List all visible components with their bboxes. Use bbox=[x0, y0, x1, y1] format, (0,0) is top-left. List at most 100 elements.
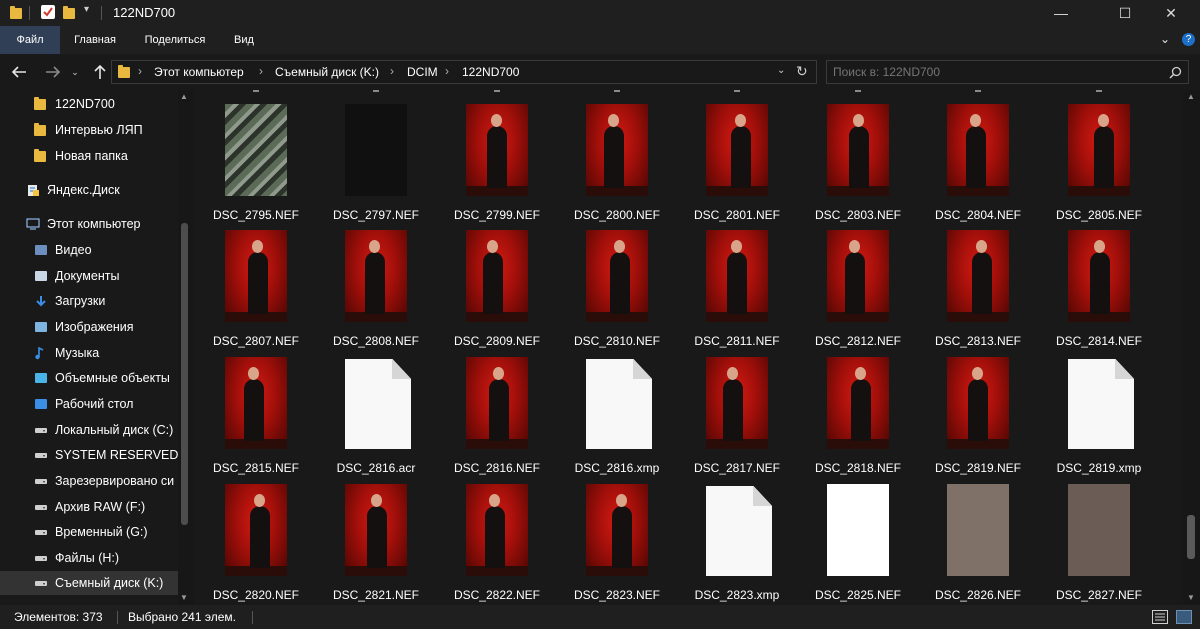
file-item[interactable]: DSC_2814.NEF bbox=[1039, 230, 1159, 356]
document-file-icon bbox=[1068, 359, 1134, 451]
sidebar-item[interactable]: Музыка bbox=[0, 341, 178, 365]
breadcrumb-item[interactable]: DCIM bbox=[407, 65, 438, 79]
image-thumbnail bbox=[345, 104, 407, 196]
file-grid: DSC_2795.NEF DSC_2797.NEF DSC_2799.NEF DSC_… bbox=[196, 90, 1183, 605]
sidebar-item[interactable]: Новая папка bbox=[0, 144, 178, 168]
file-item[interactable]: DSC_2816.acr bbox=[316, 357, 436, 483]
search-input[interactable] bbox=[833, 64, 1153, 80]
back-button[interactable] bbox=[8, 61, 30, 83]
file-name: DSC_2815.NEF bbox=[212, 461, 300, 475]
breadcrumb-item[interactable]: Этот компьютер bbox=[154, 65, 244, 79]
file-item[interactable]: DSC_2810.NEF bbox=[557, 230, 677, 356]
file-item[interactable]: DSC_2804.NEF bbox=[918, 104, 1038, 230]
scroll-up-icon[interactable]: ▲ bbox=[1187, 92, 1195, 101]
file-item[interactable]: DSC_2799.NEF bbox=[437, 104, 557, 230]
tab-view[interactable]: Вид bbox=[228, 26, 260, 54]
scroll-down-icon[interactable]: ▼ bbox=[180, 593, 188, 602]
file-item[interactable]: DSC_2819.xmp bbox=[1039, 357, 1159, 483]
navigation-scrollbar[interactable]: ▲ ▼ bbox=[178, 90, 194, 605]
sidebar-item[interactable]: Зарезервировано си bbox=[0, 469, 178, 493]
file-item[interactable]: DSC_2823.NEF bbox=[557, 484, 677, 605]
file-item[interactable]: DSC_2822.NEF bbox=[437, 484, 557, 605]
sidebar-item[interactable]: Объемные объекты bbox=[0, 366, 178, 390]
sidebar-item[interactable]: Видео bbox=[0, 238, 178, 262]
file-item[interactable]: DSC_2821.NEF bbox=[316, 484, 436, 605]
sidebar-item[interactable]: Загрузки bbox=[0, 289, 178, 313]
quick-access-dropdown-icon[interactable]: ▾ bbox=[84, 4, 89, 15]
file-item[interactable]: DSC_2816.NEF bbox=[437, 357, 557, 483]
breadcrumb-item[interactable]: 122ND700 bbox=[462, 65, 519, 79]
file-item[interactable]: DSC_2809.NEF bbox=[437, 230, 557, 356]
sidebar-item[interactable]: Яндекс.Диск bbox=[0, 178, 178, 202]
file-item[interactable]: DSC_2825.NEF bbox=[798, 484, 918, 605]
scroll-down-icon[interactable]: ▼ bbox=[1187, 593, 1195, 602]
search-icon[interactable] bbox=[1169, 66, 1182, 79]
breadcrumb-separator[interactable]: › bbox=[259, 64, 263, 78]
breadcrumb-separator[interactable]: › bbox=[390, 64, 394, 78]
sidebar-item[interactable]: Документы bbox=[0, 264, 178, 288]
file-name: DSC_2816.NEF bbox=[453, 461, 541, 475]
tab-home[interactable]: Главная bbox=[68, 26, 122, 54]
file-item[interactable]: DSC_2820.NEF bbox=[196, 484, 316, 605]
file-item[interactable]: DSC_2817.NEF bbox=[677, 357, 797, 483]
file-item[interactable]: DSC_2812.NEF bbox=[798, 230, 918, 356]
sidebar-item[interactable]: 122ND700 bbox=[0, 92, 178, 116]
sidebar-item[interactable]: Локальный диск (C:) bbox=[0, 418, 178, 442]
file-item[interactable]: DSC_2801.NEF bbox=[677, 104, 797, 230]
sidebar-item[interactable]: Интервью ЛЯП bbox=[0, 118, 178, 142]
ribbon-expand-icon[interactable]: ⌄ bbox=[1160, 32, 1170, 46]
scrollbar-thumb[interactable] bbox=[1187, 515, 1195, 559]
sidebar-item[interactable]: Съемный диск (K:) bbox=[0, 571, 178, 595]
image-thumbnail bbox=[947, 104, 1009, 196]
file-item[interactable]: DSC_2827.NEF bbox=[1039, 484, 1159, 605]
file-item[interactable]: DSC_2826.NEF bbox=[918, 484, 1038, 605]
file-item[interactable]: DSC_2807.NEF bbox=[196, 230, 316, 356]
content-scrollbar[interactable]: ▲ ▼ bbox=[1183, 90, 1200, 605]
tab-file[interactable]: Файл bbox=[0, 26, 60, 54]
address-bar[interactable]: › Этот компьютер › Съемный диск (K:) › D… bbox=[111, 60, 817, 84]
file-item[interactable]: DSC_2805.NEF bbox=[1039, 104, 1159, 230]
details-view-icon[interactable] bbox=[1152, 610, 1168, 624]
scrollbar-thumb[interactable] bbox=[181, 223, 188, 525]
sidebar-item[interactable]: Этот компьютер bbox=[0, 212, 178, 236]
file-item[interactable]: DSC_2800.NEF bbox=[557, 104, 677, 230]
sidebar-item[interactable]: Файлы (H:) bbox=[0, 546, 178, 570]
sidebar-item[interactable]: SYSTEM RESERVED (D bbox=[0, 443, 180, 467]
refresh-icon[interactable]: ↻ bbox=[796, 63, 808, 80]
address-dropdown-icon[interactable]: ⌄ bbox=[777, 65, 785, 76]
file-item[interactable]: DSC_2803.NEF bbox=[798, 104, 918, 230]
sidebar-item[interactable]: Рабочий стол bbox=[0, 392, 178, 416]
maximize-button[interactable]: ☐ bbox=[1102, 0, 1148, 26]
file-item[interactable]: DSC_2811.NEF bbox=[677, 230, 797, 356]
sidebar-item[interactable]: Изображения bbox=[0, 315, 178, 339]
drive-icon bbox=[34, 526, 48, 538]
sidebar-item-label: Временный (G:) bbox=[55, 525, 148, 539]
help-icon[interactable]: ? bbox=[1182, 33, 1195, 46]
file-item[interactable]: DSC_2813.NEF bbox=[918, 230, 1038, 356]
file-item[interactable]: DSC_2819.NEF bbox=[918, 357, 1038, 483]
breadcrumb-separator[interactable]: › bbox=[138, 64, 142, 78]
file-name: DSC_2823.xmp bbox=[694, 588, 780, 602]
large-icons-view-icon[interactable] bbox=[1176, 610, 1192, 624]
file-item[interactable]: DSC_2823.xmp bbox=[677, 484, 797, 605]
tab-share[interactable]: Поделиться bbox=[138, 26, 212, 54]
recent-locations-icon[interactable]: ⌄ bbox=[64, 61, 86, 83]
scroll-up-icon[interactable]: ▲ bbox=[180, 92, 188, 101]
properties-icon[interactable] bbox=[41, 5, 55, 19]
minimize-button[interactable]: — bbox=[1038, 0, 1084, 26]
forward-button[interactable] bbox=[42, 61, 64, 83]
file-item[interactable]: DSC_2815.NEF bbox=[196, 357, 316, 483]
breadcrumb-item[interactable]: Съемный диск (K:) bbox=[275, 65, 379, 79]
breadcrumb-separator[interactable]: › bbox=[445, 64, 449, 78]
sidebar-item[interactable]: Временный (G:) bbox=[0, 520, 178, 544]
up-button[interactable] bbox=[89, 61, 111, 83]
close-button[interactable]: ✕ bbox=[1148, 0, 1194, 26]
file-item[interactable]: DSC_2816.xmp bbox=[557, 357, 677, 483]
file-item[interactable]: DSC_2797.NEF bbox=[316, 104, 436, 230]
file-item[interactable]: DSC_2818.NEF bbox=[798, 357, 918, 483]
image-thumbnail bbox=[345, 484, 407, 576]
sidebar-item[interactable]: Архив RAW (F:) bbox=[0, 495, 178, 519]
file-item[interactable]: DSC_2808.NEF bbox=[316, 230, 436, 356]
search-box[interactable] bbox=[826, 60, 1189, 84]
file-item[interactable]: DSC_2795.NEF bbox=[196, 104, 316, 230]
